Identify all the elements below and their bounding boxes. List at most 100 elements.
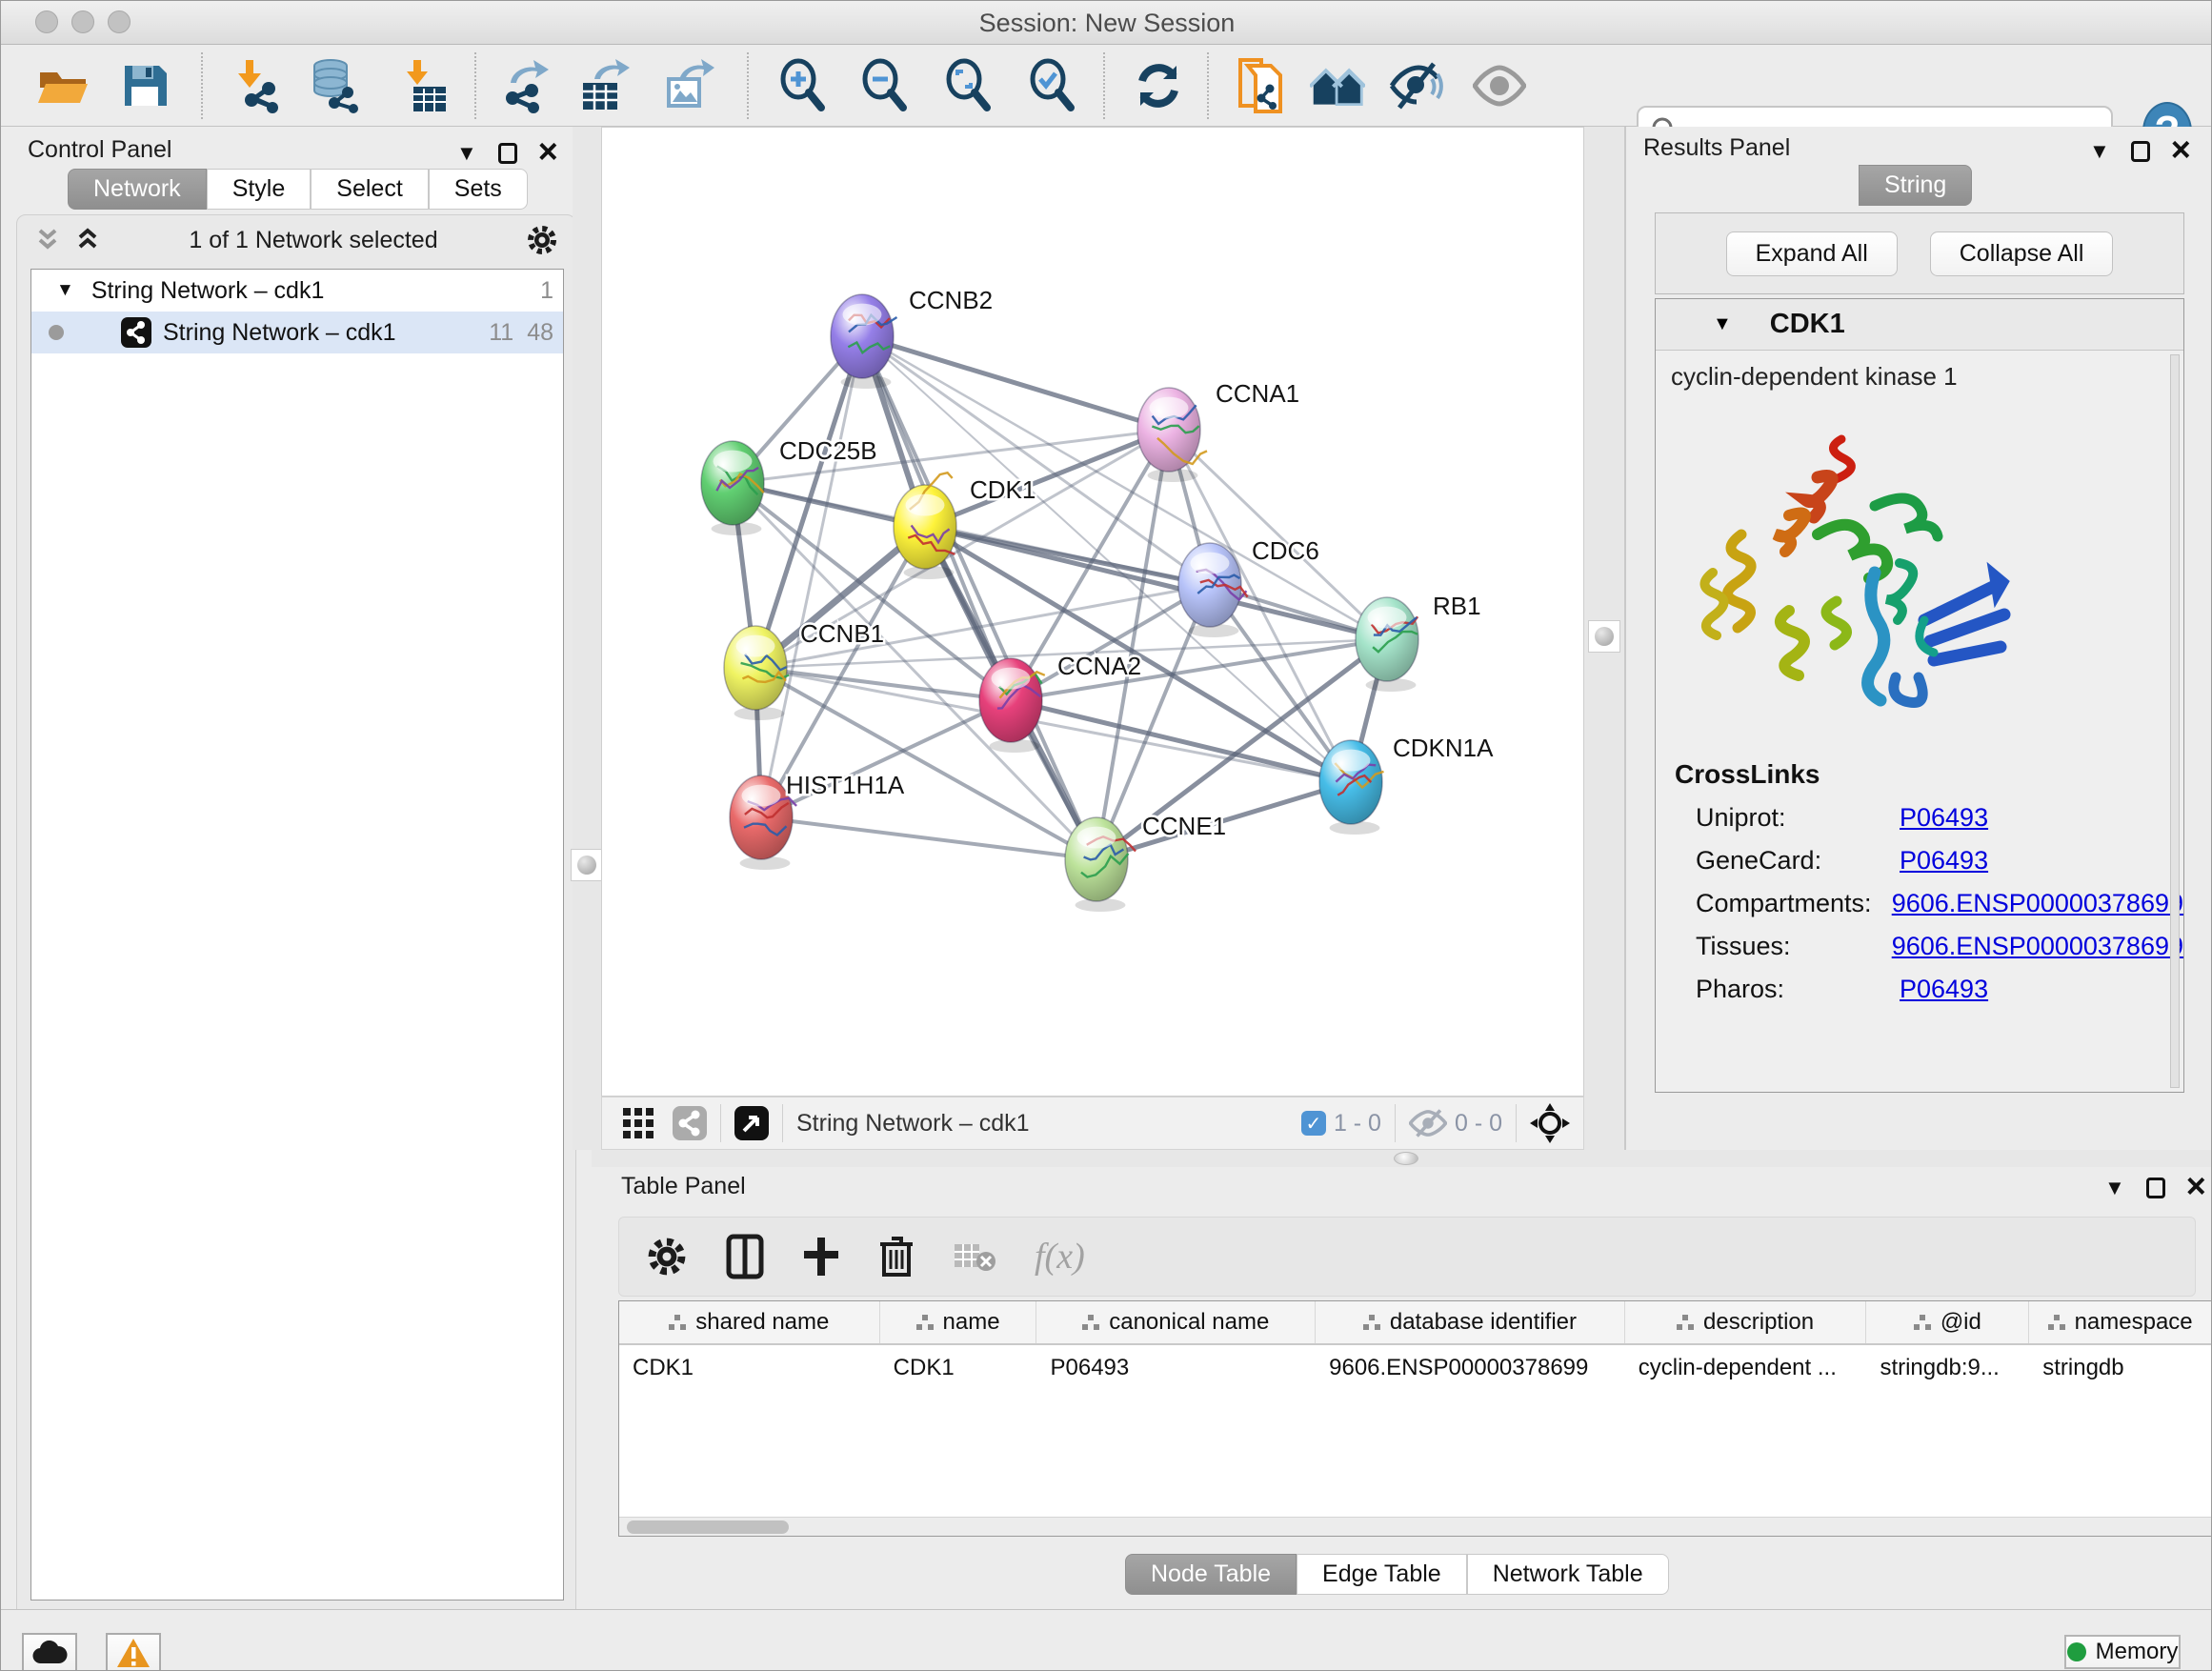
crosslink-value-link[interactable]: P06493 [1900,975,1988,1004]
collapse-all-icon[interactable] [34,228,61,252]
section-collapse-icon[interactable]: ▼ [1713,313,1732,335]
tab-style[interactable]: Style [207,169,312,210]
table-cell[interactable]: cyclin-dependent ... [1625,1345,1867,1391]
hide-selected-button[interactable] [1390,58,1445,113]
cloud-status-button[interactable] [22,1633,77,1671]
crosshair-icon[interactable] [1530,1103,1570,1143]
table-cell[interactable]: stringdb:9... [1866,1345,2029,1391]
vertical-splitter-right[interactable] [1584,127,1624,1150]
table-cell[interactable]: CDK1 [619,1345,880,1391]
table-horizontal-scrollbar[interactable] [619,1517,2212,1536]
refresh-button[interactable] [1131,58,1186,113]
network-row[interactable]: String Network – cdk1 11 48 [31,312,563,353]
network-from-file-button[interactable] [1232,58,1287,113]
table-cell[interactable]: stringdb [2029,1345,2212,1391]
tab-network-table[interactable]: Network Table [1467,1554,1669,1595]
node-RB1[interactable] [1356,597,1418,692]
column-header-name[interactable]: name [880,1301,1037,1343]
close-panel-icon[interactable]: × [2171,132,2191,167]
gene-section-header[interactable]: ▼ CDK1 [1656,299,2183,351]
select-columns-icon[interactable] [726,1234,764,1279]
column-header-database-identifier[interactable]: database identifier [1316,1301,1625,1343]
zoom-in-button[interactable] [774,58,830,113]
tab-edge-table[interactable]: Edge Table [1297,1554,1467,1595]
edge-CCNB2-CCNA1[interactable] [862,336,1169,430]
add-column-icon[interactable] [802,1236,840,1278]
memory-button[interactable]: Memory [2064,1635,2181,1669]
table-row[interactable]: CDK1CDK1P064939606.ENSP00000378699cyclin… [619,1345,2212,1391]
zoom-selected-button[interactable] [1024,58,1079,113]
crosslink-value-link[interactable]: P06493 [1900,803,1988,833]
edge-HIST1H1A-CCNE1[interactable] [761,817,1096,859]
hidden-eye-icon[interactable] [1409,1109,1447,1137]
grid-view-icon[interactable] [621,1106,655,1140]
network-view-canvas[interactable]: CCNB2CCNA1CDC25BCDK1CDC6RB1CCNB1CCNA2CDK… [601,127,1584,1097]
show-all-button[interactable] [1472,58,1527,113]
delete-table-icon[interactable] [953,1240,996,1273]
float-panel-icon[interactable]: ▼ [2089,141,2110,162]
tab-select[interactable]: Select [311,169,428,210]
results-scrollbar[interactable] [2170,354,2180,1088]
node-CCNB2[interactable] [831,294,897,389]
export-table-button[interactable] [576,58,632,113]
open-session-button[interactable] [35,58,90,113]
column-header--id[interactable]: @id [1866,1301,2029,1343]
expand-all-button[interactable]: Expand All [1726,232,1898,276]
export-network-button[interactable] [498,58,553,113]
tab-sets[interactable]: Sets [429,169,528,210]
delete-column-icon[interactable] [878,1235,915,1278]
edge-CCNB2-RB1[interactable] [862,336,1387,639]
table-cell[interactable]: 9606.ENSP00000378699 [1316,1345,1625,1391]
import-table-button[interactable] [397,58,452,113]
import-database-button[interactable] [308,58,363,113]
selected-nodes-checkbox[interactable]: ✓ [1301,1111,1326,1136]
tab-network[interactable]: Network [68,169,207,210]
maximize-panel-icon[interactable] [2131,141,2150,162]
node-CDKN1A[interactable] [1319,740,1384,835]
crosslink-value-link[interactable]: 9606.ENSP00000378699 [1892,932,2183,961]
zoom-fit-button[interactable] [940,58,995,113]
function-builder-button[interactable]: f(x) [1035,1236,1085,1278]
crosslink-value-link[interactable]: 9606.ENSP00000378699 [1892,889,2183,918]
maximize-panel-icon[interactable] [2146,1178,2165,1198]
network-collection-row[interactable]: ▼ String Network – cdk1 1 [31,270,563,312]
tab-node-table[interactable]: Node Table [1125,1554,1297,1595]
tree-expand-icon[interactable]: ▼ [56,280,74,301]
edge-CCNA2-HIST1H1A[interactable] [761,700,1011,817]
node-CCNE1[interactable] [1065,817,1136,912]
node-CCNB1[interactable] [724,626,789,720]
import-network-button[interactable] [230,58,285,113]
vertical-splitter-left[interactable] [573,127,601,1150]
splitter-handle[interactable] [1394,1152,1418,1165]
table-cell[interactable]: CDK1 [880,1345,1037,1391]
gear-icon[interactable] [526,224,558,256]
save-session-button[interactable] [117,58,172,113]
node-CDC25B[interactable] [701,441,764,535]
column-header-shared-name[interactable]: shared name [619,1301,880,1343]
splitter-handle[interactable] [1588,620,1620,653]
close-panel-icon[interactable]: × [538,134,558,169]
warnings-button[interactable] [106,1633,161,1671]
splitter-handle[interactable] [571,849,603,881]
edge-CCNB2-HIST1H1A[interactable] [761,336,862,817]
tab-string[interactable]: String [1859,165,1972,206]
zoom-out-button[interactable] [856,58,912,113]
export-image-button[interactable] [660,58,715,113]
column-header-namespace[interactable]: namespace [2029,1301,2212,1343]
horizontal-splitter[interactable] [592,1150,2212,1167]
maximize-panel-icon[interactable] [498,143,517,164]
float-panel-icon[interactable]: ▼ [2104,1178,2125,1198]
collapse-all-button[interactable]: Collapse All [1930,232,2114,276]
table-cell[interactable]: P06493 [1036,1345,1316,1391]
scrollbar-thumb[interactable] [627,1520,789,1534]
close-panel-icon[interactable]: × [2186,1169,2206,1203]
float-panel-icon[interactable]: ▼ [456,143,477,164]
gear-icon[interactable] [646,1236,688,1278]
crosslink-value-link[interactable]: P06493 [1900,846,1988,876]
network-view-mode-icon[interactable] [673,1106,707,1140]
first-neighbors-button[interactable] [1310,58,1365,113]
expand-all-icon[interactable] [74,228,101,252]
column-header-description[interactable]: description [1625,1301,1867,1343]
detach-view-icon[interactable] [734,1106,769,1140]
column-header-canonical-name[interactable]: canonical name [1036,1301,1316,1343]
